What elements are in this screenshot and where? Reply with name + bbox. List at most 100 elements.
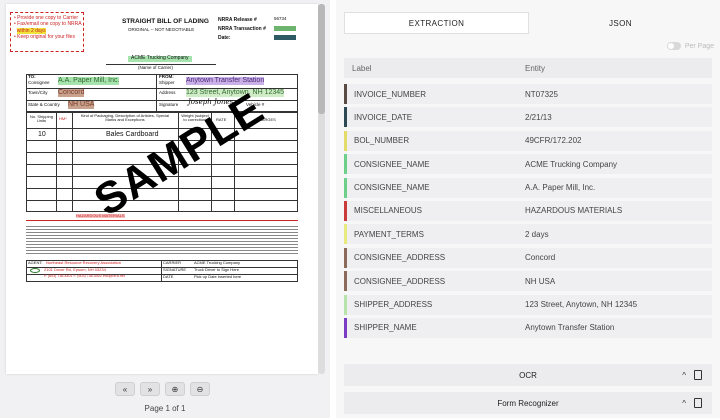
download-icon[interactable] xyxy=(694,370,702,380)
agent-label: AGENT: xyxy=(28,260,43,265)
section-title: Form Recognizer xyxy=(497,398,559,408)
col-units: No. Shipping Units xyxy=(30,114,53,124)
label-color-bar xyxy=(344,84,347,104)
state-label: State & Country xyxy=(28,102,60,107)
shipper-value: Anytown Transfer Station xyxy=(186,77,265,85)
signature-label: Signature xyxy=(159,102,179,107)
release-value: 56734 xyxy=(274,16,287,21)
label-color-bar xyxy=(344,200,347,221)
last-page-button[interactable]: » xyxy=(140,382,160,396)
table-row[interactable]: BOL_NUMBER 49CFR/172.202 xyxy=(344,130,712,151)
table-row[interactable]: SHIPPER_ADDRESS 123 Street, Anytown, NH 1… xyxy=(344,294,712,315)
row-entity: ACME Trucking Company xyxy=(525,159,618,169)
agent-value: Northeast Resource Recovery Association xyxy=(46,260,121,265)
row-label: SHIPPER_NAME xyxy=(354,323,417,333)
address-label: Address xyxy=(159,90,176,95)
table-row[interactable]: CONSIGNEE_ADDRESS Concord xyxy=(344,247,712,268)
section-title: OCR xyxy=(519,370,537,380)
sig-value: Truck Driver to Sign Here xyxy=(194,267,239,272)
row-entity: 49CFR/172.202 xyxy=(525,136,582,146)
chevron-up-icon[interactable]: ^ xyxy=(682,371,686,380)
section-ocr[interactable]: OCR ^ xyxy=(344,364,712,386)
item-units: 10 xyxy=(38,131,46,138)
agent-address: 2101 Dover Rd, Epsom, NH 03234 xyxy=(44,267,106,272)
zoom-out-button[interactable]: ⊖ xyxy=(190,382,210,396)
table-row[interactable]: SHIPPER_NAME Anytown Transfer Station xyxy=(344,317,712,338)
date-value-highlight xyxy=(274,35,296,40)
row-label: CONSIGNEE_ADDRESS xyxy=(354,276,446,286)
name-of-carrier: (Name of Carrier) xyxy=(138,65,174,70)
note-4: • Keep original for your files xyxy=(14,33,75,40)
table-row[interactable]: CONSIGNEE_NAME A.A. Paper Mill, Inc. xyxy=(344,177,712,198)
legal-fine-print xyxy=(26,226,298,258)
row-label: CONSIGNEE_NAME xyxy=(354,183,430,193)
row-entity: NH USA xyxy=(525,276,556,286)
download-icon[interactable] xyxy=(694,398,702,408)
item-desc: Bales Cardboard xyxy=(106,131,159,138)
row-entity: HAZARDOUS MATERIALS xyxy=(525,206,623,216)
viewer-controls: « » ⊕ ⊖ xyxy=(115,382,210,396)
label-color-bar xyxy=(344,317,347,338)
row-label: PAYMENT_TERMS xyxy=(354,229,424,239)
table-row[interactable]: INVOICE_DATE 2/21/13 xyxy=(344,107,712,128)
agent-phone: P. (603) 736-4401 F. (603) 736-4402 info… xyxy=(44,274,125,278)
tab-extraction[interactable]: EXTRACTION xyxy=(344,12,529,34)
col-entity: Entity xyxy=(525,63,546,73)
label-color-bar xyxy=(344,247,347,268)
label-color-bar xyxy=(344,177,347,198)
row-entity: NT07325 xyxy=(525,89,558,99)
row-entity: A.A. Paper Mill, Inc. xyxy=(525,183,596,193)
table-header: Label Entity xyxy=(344,58,712,78)
row-label: INVOICE_NUMBER xyxy=(354,89,427,99)
per-page-toggle-row: Per Page xyxy=(666,42,714,50)
table-row[interactable]: MISCELLANEOUS HAZARDOUS MATERIALS xyxy=(344,200,712,221)
date2-label: DATE xyxy=(163,274,174,279)
row-entity: 123 Street, Anytown, NH 12345 xyxy=(525,300,638,310)
document-page: • Provide one copy to Carrier • Fax/emai… xyxy=(6,4,318,374)
label-color-bar xyxy=(344,130,347,151)
per-page-label: Per Page xyxy=(684,42,714,50)
row-entity: 2/21/13 xyxy=(525,112,552,122)
table-row[interactable]: PAYMENT_TERMS 2 days xyxy=(344,224,712,245)
col-hm: HM* xyxy=(59,116,67,121)
page-info: Page 1 of 1 xyxy=(144,404,186,413)
transaction-value-highlight xyxy=(274,26,296,31)
section-form-recognizer[interactable]: Form Recognizer ^ xyxy=(344,392,712,414)
per-page-toggle[interactable] xyxy=(666,42,681,50)
note-2: • Fax/email one copy to NRRA xyxy=(14,21,82,28)
doc-subtitle: ORIGINAL -- NOT NEGOTIABLE xyxy=(128,27,195,32)
document-viewer: • Provide one copy to Carrier • Fax/emai… xyxy=(0,0,330,418)
viewer-scrollbar[interactable] xyxy=(318,4,325,374)
carrier-value: ACME Trucking Company xyxy=(194,260,241,265)
state-value: NH USA xyxy=(68,101,95,109)
release-label: NRRA Release # xyxy=(218,17,257,23)
chevron-up-icon[interactable]: ^ xyxy=(682,399,686,408)
label-color-bar xyxy=(344,294,347,315)
col-label: Label xyxy=(352,63,372,73)
carrier-name: ACME Trucking Company xyxy=(128,55,192,62)
label-color-bar xyxy=(344,224,347,245)
row-label: CONSIGNEE_NAME xyxy=(354,159,430,169)
row-label: BOL_NUMBER xyxy=(354,136,410,146)
collapsible-sections: OCR ^ Form Recognizer ^ xyxy=(344,364,712,420)
viewer-scroll-thumb[interactable] xyxy=(318,4,325,114)
carrier-label: CARRIER xyxy=(163,260,182,265)
row-entity: Concord xyxy=(525,253,556,263)
row-label: INVOICE_DATE xyxy=(354,112,413,122)
row-label: MISCELLANEOUS xyxy=(354,206,423,216)
label-color-bar xyxy=(344,271,347,292)
table-row[interactable]: CONSIGNEE_NAME ACME Trucking Company xyxy=(344,154,712,175)
row-label: SHIPPER_ADDRESS xyxy=(354,300,433,310)
first-page-button[interactable]: « xyxy=(115,382,135,396)
tab-json[interactable]: JSON xyxy=(529,12,712,34)
doc-title: STRAIGHT BILL OF LADING xyxy=(122,18,209,25)
zoom-in-button[interactable]: ⊕ xyxy=(165,382,185,396)
table-row[interactable]: INVOICE_NUMBER NT07325 xyxy=(344,84,712,104)
shipper-label: Shipper xyxy=(159,80,175,85)
entity-table: INVOICE_NUMBER NT07325 INVOICE_DATE 2/21/13… xyxy=(344,84,712,341)
label-color-bar xyxy=(344,107,347,128)
row-label: CONSIGNEE_ADDRESS xyxy=(354,253,446,263)
town-value: Concord xyxy=(58,89,85,97)
date-label: Date: xyxy=(218,35,231,41)
table-row[interactable]: CONSIGNEE_ADDRESS NH USA xyxy=(344,271,712,292)
